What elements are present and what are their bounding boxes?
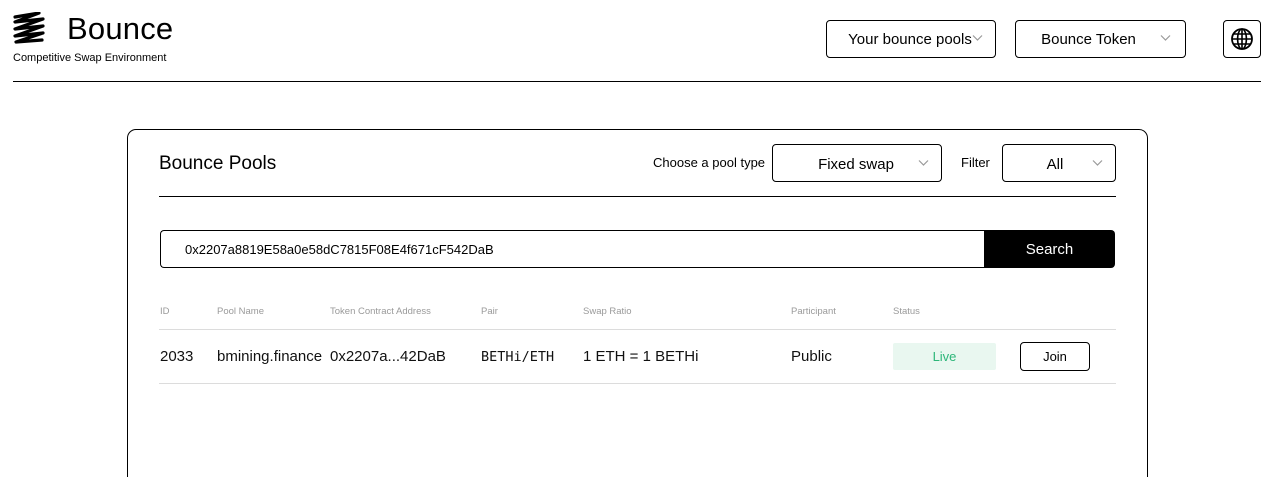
bounce-token-label: Bounce Token xyxy=(1041,30,1136,48)
table-header-divider xyxy=(159,329,1116,330)
bounce-pools-card: Bounce Pools Choose a pool type Fixed sw… xyxy=(127,129,1148,477)
token-address: 0x2207a...42DaB xyxy=(330,348,446,365)
filter-value: All xyxy=(1046,155,1064,173)
column-header-pool-name: Pool Name xyxy=(217,306,264,317)
pool-type-value: Fixed swap xyxy=(818,155,894,173)
brand-name: Bounce xyxy=(67,11,174,46)
pool-id: 2033 xyxy=(160,348,194,365)
participant: Public xyxy=(791,348,832,365)
filter-label: Filter xyxy=(961,155,990,170)
chevron-down-icon xyxy=(1092,160,1103,166)
page: Bounce Competitive Swap Environment Your… xyxy=(0,0,1280,477)
filter-dropdown[interactable]: All xyxy=(1002,144,1116,182)
column-header-pair: Pair xyxy=(481,306,498,317)
bounce-logo-icon xyxy=(13,12,45,44)
column-header-id: ID xyxy=(160,306,170,317)
pool-pair: BETHi/ETH xyxy=(481,349,555,365)
your-pools-dropdown[interactable]: Your bounce pools xyxy=(826,20,996,58)
column-header-swap-ratio: Swap Ratio xyxy=(583,306,632,317)
column-header-participant: Participant xyxy=(791,306,836,317)
join-button[interactable]: Join xyxy=(1020,342,1090,371)
search-input[interactable] xyxy=(160,230,986,268)
search-button[interactable]: Search xyxy=(984,230,1115,268)
header-divider xyxy=(13,81,1261,82)
chevron-down-icon xyxy=(972,35,983,41)
table-row-divider xyxy=(159,383,1116,384)
chevron-down-icon xyxy=(1160,35,1171,41)
card-divider xyxy=(159,196,1116,197)
column-header-token-address: Token Contract Address xyxy=(330,306,431,317)
your-pools-label: Your bounce pools xyxy=(848,30,972,48)
globe-icon xyxy=(1231,28,1253,50)
brand-tagline: Competitive Swap Environment xyxy=(13,52,167,64)
status-badge: Live xyxy=(893,343,996,370)
bounce-token-dropdown[interactable]: Bounce Token xyxy=(1015,20,1186,58)
language-button[interactable] xyxy=(1223,20,1261,58)
swap-ratio: 1 ETH = 1 BETHi xyxy=(583,348,699,365)
pool-type-label: Choose a pool type xyxy=(653,155,766,170)
card-title: Bounce Pools xyxy=(159,153,277,174)
pool-type-dropdown[interactable]: Fixed swap xyxy=(772,144,942,182)
pool-name: bmining.finance xyxy=(217,348,323,365)
column-header-status: Status xyxy=(893,306,920,317)
chevron-down-icon xyxy=(918,160,929,166)
